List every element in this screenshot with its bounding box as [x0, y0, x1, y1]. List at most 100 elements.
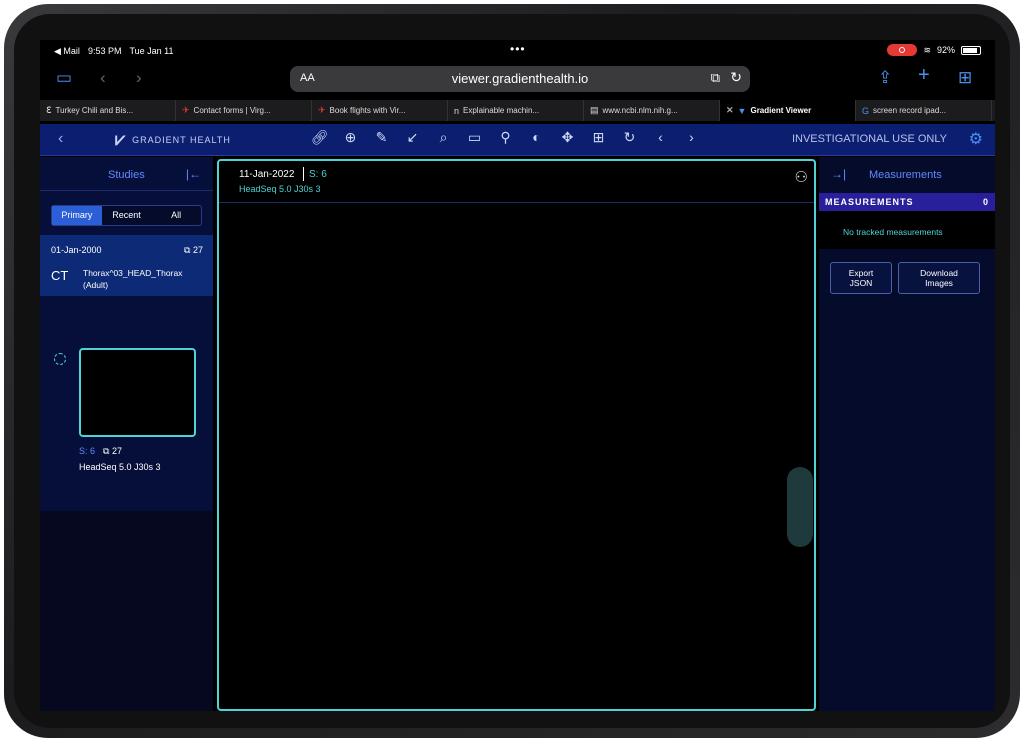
gear-icon[interactable]: ⚙: [969, 129, 983, 149]
back-chevron-icon[interactable]: ‹: [58, 130, 63, 148]
patient-info-icon[interactable]: ⚇: [795, 168, 808, 186]
share-icon[interactable]: ⇪: [878, 68, 892, 88]
battery-percent: 92%: [936, 45, 955, 55]
contrast-icon[interactable]: ◐: [527, 129, 546, 146]
tab-label: Explainable machin...: [463, 106, 540, 115]
pencil-icon[interactable]: ✎: [372, 129, 391, 146]
measurements-list: No tracked measurements: [819, 211, 995, 249]
tab-explainable[interactable]: n Explainable machin...: [448, 100, 584, 121]
empty-measurements-text: No tracked measurements: [843, 227, 943, 237]
study-date: 01-Jan-2000: [51, 245, 102, 255]
rectangle-roi-icon[interactable]: ▭: [465, 129, 484, 146]
rotate-icon[interactable]: ↻: [620, 129, 639, 146]
tab-label: Book flights with Vir...: [329, 106, 406, 115]
sidebar-toggle-icon[interactable]: ▭: [56, 68, 72, 88]
layout-grid-icon[interactable]: ⊞: [589, 129, 608, 146]
tab-book-flights[interactable]: ✈ Book flights with Vir...: [312, 100, 448, 121]
back-to-app[interactable]: ◀ Mail: [54, 46, 80, 57]
export-label-2: JSON: [849, 278, 873, 288]
segment-primary[interactable]: Primary: [52, 206, 102, 225]
stack-icon: ⧉: [184, 245, 191, 255]
browser-tabs: ℇ Turkey Chili and Bis... ✈ Contact forms …: [40, 100, 995, 121]
viewport-scrollbar[interactable]: [787, 467, 813, 547]
tab-favicon-icon: ✈: [182, 105, 190, 115]
back-arrow-icon[interactable]: ‹: [100, 68, 106, 88]
stack-icon: ⧉: [103, 446, 110, 456]
loading-spinner-icon: [54, 353, 66, 365]
study-item[interactable]: 01-Jan-2000 ⧉ 27 CT Thorax^03_HEAD_Thora…: [40, 235, 213, 296]
segment-all[interactable]: All: [151, 206, 201, 225]
brand-name: GRADIENT HEALTH: [132, 134, 231, 145]
tab-favicon-icon: G: [862, 105, 870, 116]
battery-icon: [961, 45, 981, 55]
tab-label: Turkey Chili and Bis...: [55, 106, 134, 115]
viewport-series-description: HeadSeq 5.0 J30s 3: [239, 184, 321, 194]
export-json-button[interactable]: Export JSON: [830, 262, 892, 294]
new-tab-icon[interactable]: +: [918, 64, 930, 87]
measurements-header: →| Measurements: [819, 157, 995, 191]
pan-icon[interactable]: ✥: [558, 129, 577, 146]
tab-overview-icon[interactable]: ⊞: [958, 68, 972, 88]
measurements-count: 0: [982, 197, 989, 207]
series-meta: S: 6 ⧉ 27: [79, 446, 122, 457]
tab-label: www.ncbi.nlm.nih.g...: [602, 106, 678, 115]
link-icon[interactable]: 🔗︎: [310, 129, 329, 146]
download-label-2: Images: [925, 278, 953, 288]
brand-logo: ⩗ GRADIENT HEALTH: [115, 129, 231, 150]
gradient-logo-icon: ⩗: [115, 129, 127, 149]
studies-title: Studies: [108, 169, 145, 181]
browser-toolbar: ▭ ‹ › AA viewer.gradienthealth.io ⧉ ↻ ⇪ …: [40, 60, 995, 100]
measurements-title: Measurements: [869, 169, 942, 181]
wifi-icon: ≋: [923, 44, 931, 55]
series-thumbnail[interactable]: [79, 348, 196, 437]
studies-panel: Studies |← Primary Recent All 01-Jan-200…: [40, 157, 213, 711]
magnify-icon[interactable]: ⚲: [496, 129, 515, 146]
image-viewport[interactable]: 11-Jan-2022 S: 6 HeadSeq 5.0 J30s 3 ⚇: [217, 159, 816, 711]
expand-panel-icon[interactable]: →|: [831, 167, 846, 181]
viewport-date: 11-Jan-2022: [239, 169, 295, 180]
measurements-label: MEASUREMENTS: [825, 197, 914, 207]
status-time: 9:53 PM: [87, 46, 122, 56]
tab-turkey-chili[interactable]: ℇ Turkey Chili and Bis...: [40, 100, 176, 121]
forward-arrow-icon[interactable]: ›: [136, 68, 142, 88]
measurements-panel: →| Measurements MEASUREMENTS 0 No tracke…: [819, 157, 995, 711]
multitasking-dots-icon[interactable]: •••: [510, 42, 526, 56]
reload-icon[interactable]: ↻: [730, 69, 742, 86]
tab-screen-record[interactable]: Gscreen record ipad...: [856, 100, 992, 121]
tab-label: Gradient Viewer: [750, 106, 812, 115]
status-bar: ◀ Mail 9:53 PM Tue Jan 11 ••• ≋ 92%: [40, 40, 995, 60]
ruler-arrow-icon[interactable]: ↙: [403, 129, 422, 146]
viewport-series-number: S: 6: [309, 169, 327, 180]
previous-icon[interactable]: ‹: [651, 129, 670, 146]
collapse-panel-icon[interactable]: |←: [186, 167, 201, 181]
url-text[interactable]: viewer.gradienthealth.io: [290, 71, 750, 86]
zoom-icon[interactable]: ⊕: [341, 129, 360, 146]
study-description: Thorax^03_HEAD_Thorax (Adult): [83, 268, 183, 290]
screen: ◀ Mail 9:53 PM Tue Jan 11 ••• ≋ 92% ▭ ‹ …: [40, 40, 995, 711]
tab-contact-forms[interactable]: ✈ Contact forms | Virg...: [176, 100, 312, 121]
extension-icon[interactable]: ⧉: [711, 70, 720, 86]
status-date: Tue Jan 11: [129, 46, 174, 56]
tab-ncbi[interactable]: ▤ www.ncbi.nlm.nih.g...: [584, 100, 720, 121]
study-instance-count: ⧉ 27: [184, 245, 203, 256]
series-count-value: 27: [111, 446, 122, 456]
viewer-toolbar: 🔗︎ ⊕ ✎ ↙ ⌕ ▭ ⚲ ◐ ✥ ⊞ ↻ ‹ ›: [310, 129, 701, 146]
study-filter-segments: Primary Recent All: [51, 205, 202, 226]
next-icon[interactable]: ›: [682, 129, 701, 146]
tab-favicon-icon: n: [454, 105, 460, 116]
divider: [303, 167, 304, 181]
close-tab-icon[interactable]: ✕: [726, 105, 734, 116]
download-images-button[interactable]: Download Images: [898, 262, 980, 294]
tab-favicon-icon: ✈: [318, 105, 326, 115]
investigational-notice: INVESTIGATIONAL USE ONLY: [791, 133, 947, 145]
tab-gradient-viewer[interactable]: ✕ ▼ Gradient Viewer: [720, 100, 856, 121]
ipad-frame: ◀ Mail 9:53 PM Tue Jan 11 ••• ≋ 92% ▭ ‹ …: [4, 4, 1020, 738]
export-label-1: Export: [848, 268, 874, 278]
annotate-icon[interactable]: ⌕: [434, 129, 453, 146]
screen-record-icon[interactable]: [887, 44, 918, 56]
tab-favicon-icon: ▼: [737, 105, 747, 116]
tab-label: Contact forms | Virg...: [193, 106, 271, 115]
segment-recent[interactable]: Recent: [102, 206, 152, 225]
study-modality: CT: [51, 268, 69, 283]
address-bar[interactable]: AA viewer.gradienthealth.io ⧉ ↻: [290, 66, 750, 92]
